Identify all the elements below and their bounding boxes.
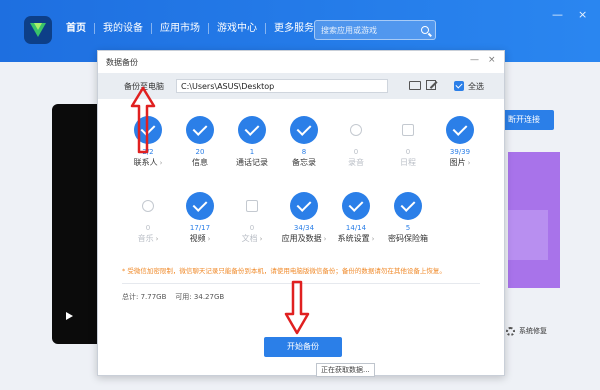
category-music[interactable]: 0 音乐 › [118,192,178,244]
document-icon[interactable] [238,192,266,220]
dialog-minimize-button[interactable]: — [470,55,479,65]
category-videos[interactable]: 17/17 视频 › [170,192,230,244]
category-count: 0 [249,224,255,232]
close-button[interactable]: × [578,8,587,21]
minimize-button[interactable]: — [552,8,563,21]
nav-my-device[interactable]: 我的设备 [95,23,152,34]
category-label-text: 文档 [241,234,258,243]
category-count: 0 [353,148,359,156]
chevron-right-icon[interactable]: › [208,235,211,243]
nav-game-center[interactable]: 游戏中心 [209,23,266,34]
category-label-text: 联系人 [133,158,158,167]
search-placeholder: 搜索应用或游戏 [321,26,377,35]
select-all-label[interactable]: 全选 [468,81,484,92]
category-count: 5 [405,224,411,232]
category-label: 文档 › [222,233,282,244]
category-count: 0 [405,148,411,156]
category-label: 图片 › [430,157,490,168]
calendar-icon[interactable] [394,116,422,144]
nav-app-market[interactable]: 应用市场 [152,23,209,34]
chevron-right-icon[interactable]: › [160,159,163,167]
category-label-text: 图片 [449,158,466,167]
category-call-log[interactable]: 1 通话记录 [222,116,282,168]
backup-path-row: 备份至电脑 C:\Users\ASUS\Desktop 全选 [98,73,504,99]
category-label: 视频 › [170,233,230,244]
category-apps-data[interactable]: 34/34 应用及数据 › [274,192,334,244]
available-label: 可用: [175,293,192,301]
loading-tooltip: 正在获取数据... [316,363,375,377]
check-icon[interactable] [290,192,318,220]
play-icon[interactable] [66,312,73,320]
app-logo [24,16,52,44]
check-icon[interactable] [342,192,370,220]
category-label: 日程 [400,158,416,167]
check-icon[interactable] [238,116,266,144]
category-label-text: 应用及数据 [281,234,322,243]
music-icon[interactable] [134,192,162,220]
category-label-text: 视频 [189,234,206,243]
promo-graphic [508,210,548,260]
category-label: 信息 [192,158,208,167]
category-documents[interactable]: 0 文档 › [222,192,282,244]
category-label: 备忘录 [292,158,316,167]
category-password-vault[interactable]: 5 密码保险箱 [378,192,438,244]
category-recordings[interactable]: 0 录音 [326,116,386,168]
category-count: 17/17 [189,224,211,232]
dialog-close-button[interactable]: × [488,55,496,65]
category-label: 联系人 › [118,157,178,168]
category-photos[interactable]: 39/39 图片 › [430,116,490,168]
gear-icon [506,326,515,336]
recording-icon[interactable] [342,116,370,144]
chevron-right-icon[interactable]: › [372,235,375,243]
category-label-text: 音乐 [137,234,154,243]
category-count: 14/14 [345,224,367,232]
category-count: 20 [195,148,205,156]
check-icon[interactable] [394,192,422,220]
start-backup-button[interactable]: 开始备份 [264,337,342,357]
category-label: 通话记录 [236,158,268,167]
logo-icon [30,23,46,37]
check-icon[interactable] [446,116,474,144]
edit-icon[interactable] [426,80,436,90]
check-icon[interactable] [186,192,214,220]
chevron-right-icon[interactable]: › [260,235,263,243]
chevron-right-icon[interactable]: › [156,235,159,243]
category-count: 39/39 [449,148,471,156]
system-repair-link[interactable]: 系统修复 [506,326,547,336]
select-all-checkbox[interactable] [454,81,464,91]
category-label-text: 系统设置 [337,234,370,243]
total-label: 总计: [122,293,139,301]
wechat-note: * 受微信加密限制，微信聊天记录只能备份到本机，请使用电脑版微信备份；备份的数据… [122,267,446,275]
available-value: 34.27GB [193,293,225,301]
category-calendar[interactable]: 0 日程 [378,116,438,168]
dialog-title: 数据备份 [106,58,138,67]
total-value: 7.77GB [140,293,167,301]
category-memos[interactable]: 8 备忘录 [274,116,334,168]
storage-stats: 总计: 7.77GB 可用: 34.27GB [122,292,224,302]
category-label: 应用及数据 › [274,233,334,244]
category-label: 音乐 › [118,233,178,244]
search-input[interactable]: 搜索应用或游戏 [314,20,436,40]
category-messages[interactable]: 20 信息 [170,116,230,168]
category-system-settings[interactable]: 14/14 系统设置 › [326,192,386,244]
category-label: 系统设置 › [326,233,386,244]
search-icon[interactable] [421,26,429,34]
category-count: 8 [301,148,307,156]
category-count: 34/34 [293,224,315,232]
check-icon[interactable] [186,116,214,144]
nav-home[interactable]: 首页 [58,23,95,34]
folder-icon[interactable] [409,81,421,90]
chevron-right-icon[interactable]: › [468,159,471,167]
up-arrow-annotation [130,86,156,154]
system-repair-label: 系统修复 [519,327,547,335]
check-icon[interactable] [290,116,318,144]
category-count: 0 [145,224,151,232]
down-arrow-annotation [284,280,310,335]
backup-path-field[interactable]: C:\Users\ASUS\Desktop [176,79,388,93]
category-label: 录音 [348,158,364,167]
category-count: 1 [249,148,255,156]
category-label: 密码保险箱 [388,234,428,243]
main-nav: 首页 我的设备 应用市场 游戏中心 更多服务 [58,23,322,34]
